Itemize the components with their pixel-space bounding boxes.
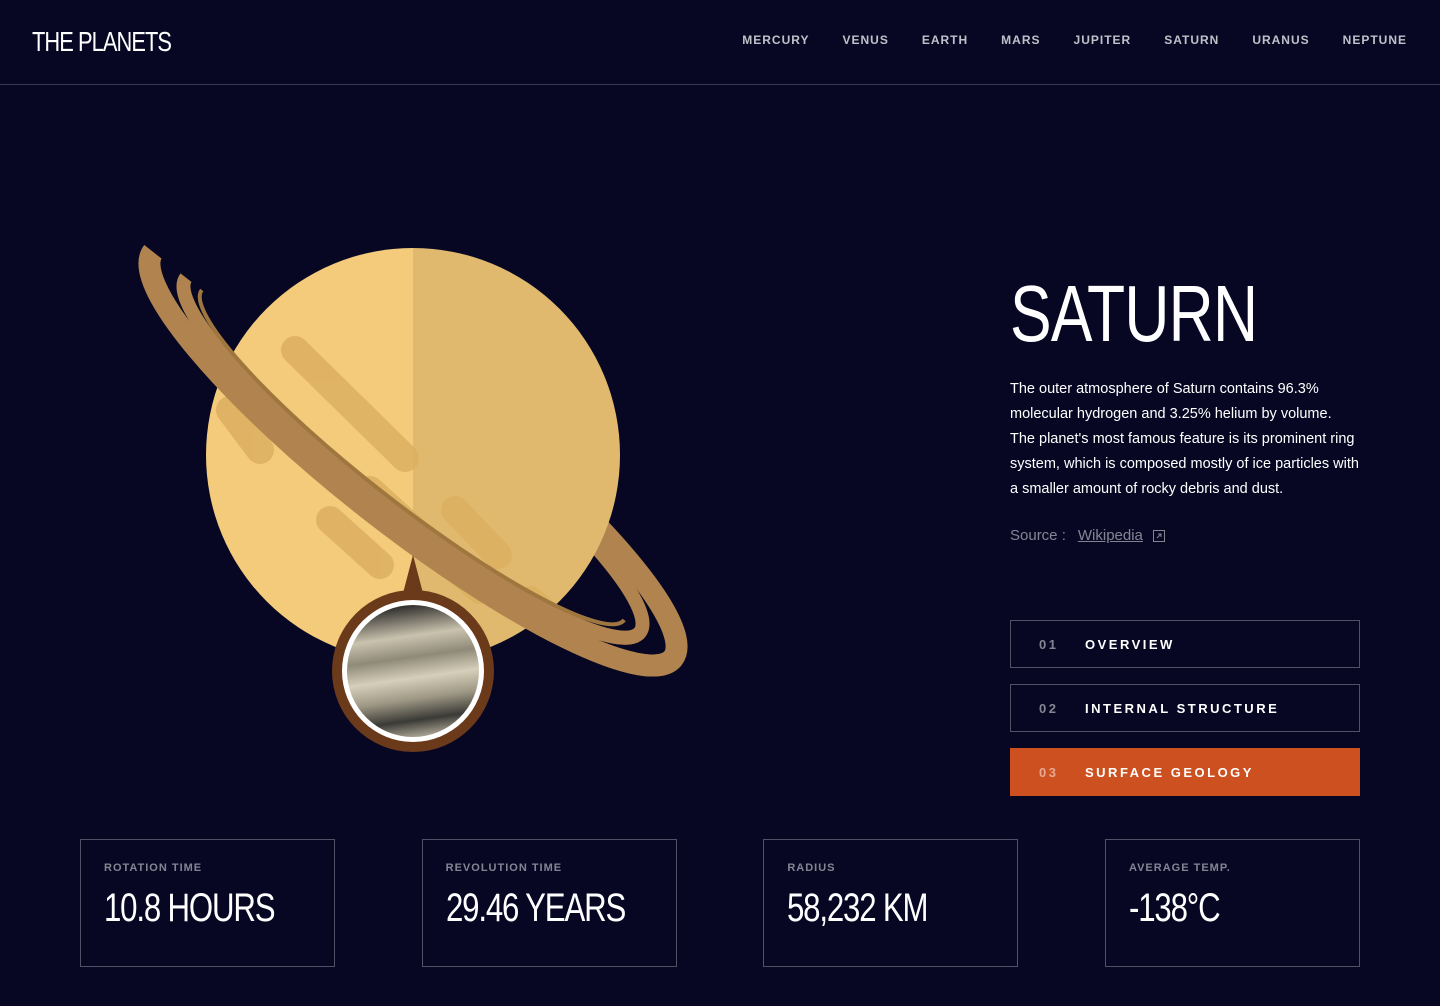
- stat-label: RADIUS: [787, 862, 836, 874]
- stat-radius: RADIUS 58,232 KM: [763, 839, 1019, 967]
- tab-overview[interactable]: 01 OVERVIEW: [1010, 620, 1360, 668]
- tab-number: 01: [1039, 636, 1059, 652]
- tab-number: 02: [1039, 700, 1059, 716]
- stat-label: ROTATION TIME: [104, 862, 203, 874]
- site-header: THE PLANETS MERCURY VENUS EARTH MARS JUP…: [0, 0, 1440, 85]
- nav-item-earth[interactable]: EARTH: [922, 33, 968, 47]
- stat-revolution-time: REVOLUTION TIME 29.46 YEARS: [421, 839, 677, 967]
- stat-average-temp: AVERAGE TEMP. -138°C: [1104, 839, 1360, 967]
- nav-item-uranus[interactable]: URANUS: [1252, 33, 1309, 47]
- planet-info: SATURN The outer atmosphere of Saturn co…: [1010, 264, 1360, 544]
- planet-stats: ROTATION TIME 10.8 HOURS REVOLUTION TIME…: [80, 839, 1360, 967]
- nav-item-saturn[interactable]: SATURN: [1164, 33, 1219, 47]
- tab-internal-structure[interactable]: 02 INTERNAL STRUCTURE: [1010, 684, 1360, 732]
- source-label: Source :: [1010, 527, 1066, 544]
- planet-description: The outer atmosphere of Saturn contains …: [1010, 381, 1359, 497]
- source-link[interactable]: Wikipedia: [1078, 527, 1143, 544]
- content-tabs: 01 OVERVIEW 02 INTERNAL STRUCTURE 03 SUR…: [1010, 620, 1360, 812]
- site-logo[interactable]: THE PLANETS: [32, 26, 172, 58]
- planet-title: SATURN: [1010, 269, 1258, 358]
- stat-value: -138°C: [1128, 886, 1221, 930]
- surface-geology-image: [332, 555, 494, 752]
- nav-item-mercury[interactable]: MERCURY: [742, 33, 809, 47]
- tab-label: SURFACE GEOLOGY: [1085, 764, 1254, 780]
- tab-surface-geology[interactable]: 03 SURFACE GEOLOGY: [1010, 748, 1360, 796]
- stat-value: 58,232 KM: [787, 886, 929, 930]
- stat-label: AVERAGE TEMP.: [1128, 862, 1231, 874]
- source-line: Source : Wikipedia: [1010, 527, 1360, 544]
- external-link-icon[interactable]: [1152, 529, 1165, 542]
- nav-item-neptune[interactable]: NEPTUNE: [1343, 33, 1407, 47]
- stat-label: REVOLUTION TIME: [445, 862, 563, 874]
- stat-value: 29.46 YEARS: [445, 886, 626, 930]
- tab-label: INTERNAL STRUCTURE: [1085, 700, 1280, 716]
- nav-item-venus[interactable]: VENUS: [842, 33, 888, 47]
- stat-rotation-time: ROTATION TIME 10.8 HOURS: [80, 839, 335, 967]
- tab-label: OVERVIEW: [1085, 636, 1175, 652]
- planet-nav: MERCURY VENUS EARTH MARS JUPITER SATURN …: [742, 33, 1407, 47]
- nav-item-mars[interactable]: MARS: [1001, 33, 1040, 47]
- stat-value: 10.8 HOURS: [104, 886, 276, 930]
- tab-number: 03: [1039, 764, 1059, 780]
- nav-item-jupiter[interactable]: JUPITER: [1074, 33, 1132, 47]
